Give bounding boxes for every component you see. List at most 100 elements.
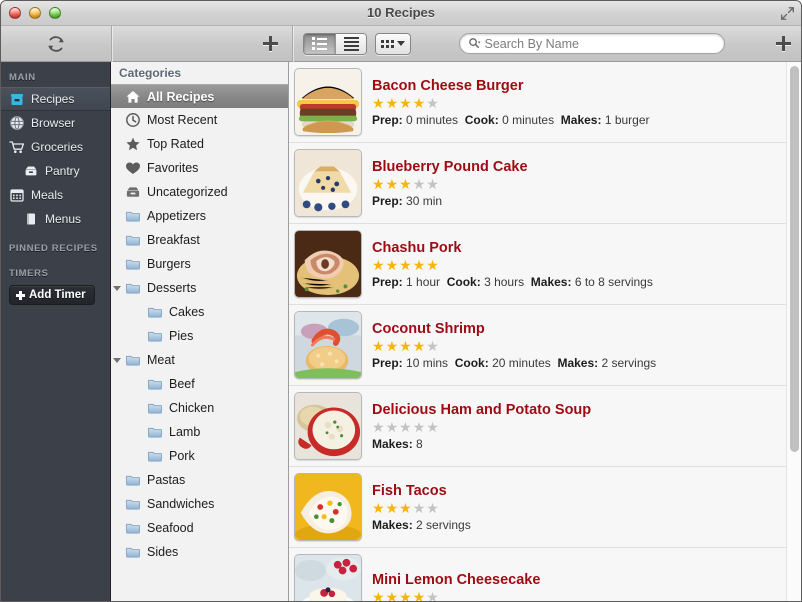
category-item-pastas[interactable]: Pastas (111, 468, 288, 492)
calendar-icon (10, 189, 24, 202)
star-filled-icon: ★ (385, 588, 400, 602)
scrollbar-thumb[interactable] (790, 66, 799, 452)
recipe-row[interactable]: Chashu Pork ★★★★★ Prep: 1 hour Cook: 3 hou… (289, 224, 801, 305)
category-item-burgers[interactable]: Burgers (111, 252, 288, 276)
sidebar-item-browser[interactable]: Browser (1, 111, 110, 135)
folder-icon (126, 523, 140, 534)
recipe-meta-value: 30 min (406, 193, 443, 208)
compact-list-view-button[interactable] (335, 33, 366, 54)
star-filled-icon: ★ (385, 94, 400, 111)
category-item-desserts[interactable]: Desserts (111, 276, 288, 300)
add-recipe-button[interactable] (776, 36, 791, 51)
grid-view-menu-button[interactable] (375, 32, 411, 55)
recipe-row[interactable]: Coconut Shrimp ★★★★★ Prep: 10 mins Cook: 2… (289, 305, 801, 386)
main-content: MAIN Recipes Browser Groceries Pantry Me… (1, 62, 801, 602)
shopping-cart-icon (9, 141, 25, 153)
recipe-row[interactable]: Bacon Cheese Burger ★★★★★ Prep: 0 minutes … (289, 62, 801, 143)
folder-icon (148, 331, 162, 342)
recipe-rating-stars[interactable]: ★★★★★ (372, 418, 591, 435)
recipe-rating-stars[interactable]: ★★★★★ (372, 257, 653, 273)
window-title: 10 Recipes (367, 5, 435, 20)
recipe-meta-value: 2 servings (601, 355, 657, 370)
recipe-meta-value: 1 hour (406, 274, 441, 289)
category-item-pork[interactable]: Pork (111, 444, 288, 468)
disclosure-triangle-open-icon[interactable] (113, 286, 121, 295)
category-item-pies[interactable]: Pies (111, 324, 288, 348)
category-item-label: Beef (169, 377, 195, 391)
category-item-cakes[interactable]: Cakes (111, 300, 288, 324)
recipe-rating-stars[interactable]: ★★★★★ (372, 94, 650, 111)
book-icon (27, 213, 35, 225)
folder-icon (148, 403, 162, 414)
sidebar-item-label: Menus (45, 212, 82, 226)
inbox-icon (126, 187, 140, 197)
sidebar-item-meals[interactable]: Meals (1, 183, 110, 207)
star-empty-icon: ★ (426, 175, 440, 192)
recipe-title: Chashu Pork (372, 239, 462, 256)
recipe-meta-label: Prep: (372, 355, 403, 370)
star-empty-icon: ★ (426, 94, 440, 111)
recipe-meta-label: Cook: (454, 355, 489, 370)
folder-icon (148, 427, 162, 438)
recipe-rating-stars[interactable]: ★★★★★ (372, 337, 656, 354)
category-item-uncategorized[interactable]: Uncategorized (111, 180, 288, 204)
category-item-breakfast[interactable]: Breakfast (111, 228, 288, 252)
list-with-thumbnails-view-button[interactable] (304, 33, 335, 54)
recipe-rating-stars[interactable]: ★★★★★ (372, 588, 540, 602)
category-item-label: Breakfast (147, 233, 200, 247)
recipe-box-icon (11, 94, 23, 105)
recipe-meta-label: Prep: (372, 193, 403, 208)
star-empty-icon: ★ (426, 337, 440, 354)
star-filled-icon: ★ (399, 588, 413, 602)
search-input[interactable]: Search By Name (458, 33, 725, 54)
category-item-top-rated[interactable]: Top Rated (111, 132, 288, 156)
recipe-meta: Prep: 1 hour Cook: 3 hours Makes: 6 to 8… (372, 275, 653, 289)
category-item-most-recent[interactable]: Most Recent (111, 108, 288, 132)
add-category-button[interactable] (263, 36, 278, 51)
category-item-seafood[interactable]: Seafood (111, 516, 288, 540)
category-item-all-recipes[interactable]: All Recipes (111, 84, 288, 108)
category-item-chicken[interactable]: Chicken (111, 396, 288, 420)
sidebar-item-label: Browser (31, 116, 76, 130)
search-container: Search By Name (419, 33, 764, 54)
recipe-meta-label: Cook: (446, 274, 481, 289)
star-empty-icon: ★ (412, 175, 427, 192)
disclosure-triangle-open-icon[interactable] (113, 358, 121, 367)
view-mode-segmented-control[interactable] (303, 32, 367, 55)
recipe-rating-stars[interactable]: ★★★★★ (372, 499, 471, 516)
recipe-info: Blueberry Pound Cake ★★★★★ Prep: 30 min (372, 159, 528, 208)
list-lines-icon (343, 36, 359, 51)
category-item-appetizers[interactable]: Appetizers (111, 204, 288, 228)
recipe-rating-stars[interactable]: ★★★★★ (372, 175, 528, 192)
sidebar-item-pantry[interactable]: Pantry (1, 159, 110, 183)
recipe-meta-label: Makes: (530, 274, 572, 289)
category-item-lamb[interactable]: Lamb (111, 420, 288, 444)
add-timer-button[interactable]: Add Timer (9, 285, 95, 305)
recipe-row[interactable]: Fish Tacos ★★★★★ Makes: 2 servings (289, 467, 801, 548)
folder-icon (126, 475, 140, 486)
recipe-info: Coconut Shrimp ★★★★★ Prep: 10 mins Cook: 2… (372, 321, 656, 370)
category-item-favorites[interactable]: Favorites (111, 156, 288, 180)
recipe-row[interactable]: Blueberry Pound Cake ★★★★★ Prep: 30 min (289, 143, 801, 224)
category-item-beef[interactable]: Beef (111, 372, 288, 396)
fullscreen-arrows-icon[interactable] (780, 6, 795, 21)
recipe-row[interactable]: Mini Lemon Cheesecake ★★★★★ (289, 548, 801, 602)
star-filled-icon: ★ (399, 499, 413, 516)
recipe-meta-label: Prep: (372, 274, 403, 289)
refresh-icon[interactable] (45, 33, 67, 55)
sidebar-item-groceries[interactable]: Groceries (1, 135, 110, 159)
sidebar-item-label: Groceries (31, 140, 84, 154)
sidebar-item-menus[interactable]: Menus (1, 207, 110, 231)
category-item-meat[interactable]: Meat (111, 348, 288, 372)
recipe-row[interactable]: Delicious Ham and Potato Soup ★★★★★ Makes:… (289, 386, 801, 467)
star-empty-icon: ★ (426, 418, 440, 435)
app-window: 10 Recipes Search By Name MAIN Recipes B… (0, 0, 802, 602)
sidebar-item-recipes[interactable]: Recipes (1, 87, 110, 111)
categories-list: All Recipes Most Recent Top Rated Favorites… (111, 84, 288, 564)
category-item-sides[interactable]: Sides (111, 540, 288, 564)
category-item-label: Burgers (147, 257, 191, 271)
star-filled-icon: ★ (372, 499, 386, 516)
recipe-list-scrollbar[interactable] (786, 62, 801, 601)
fish-tacos-photo (294, 473, 362, 541)
category-item-sandwiches[interactable]: Sandwiches (111, 492, 288, 516)
